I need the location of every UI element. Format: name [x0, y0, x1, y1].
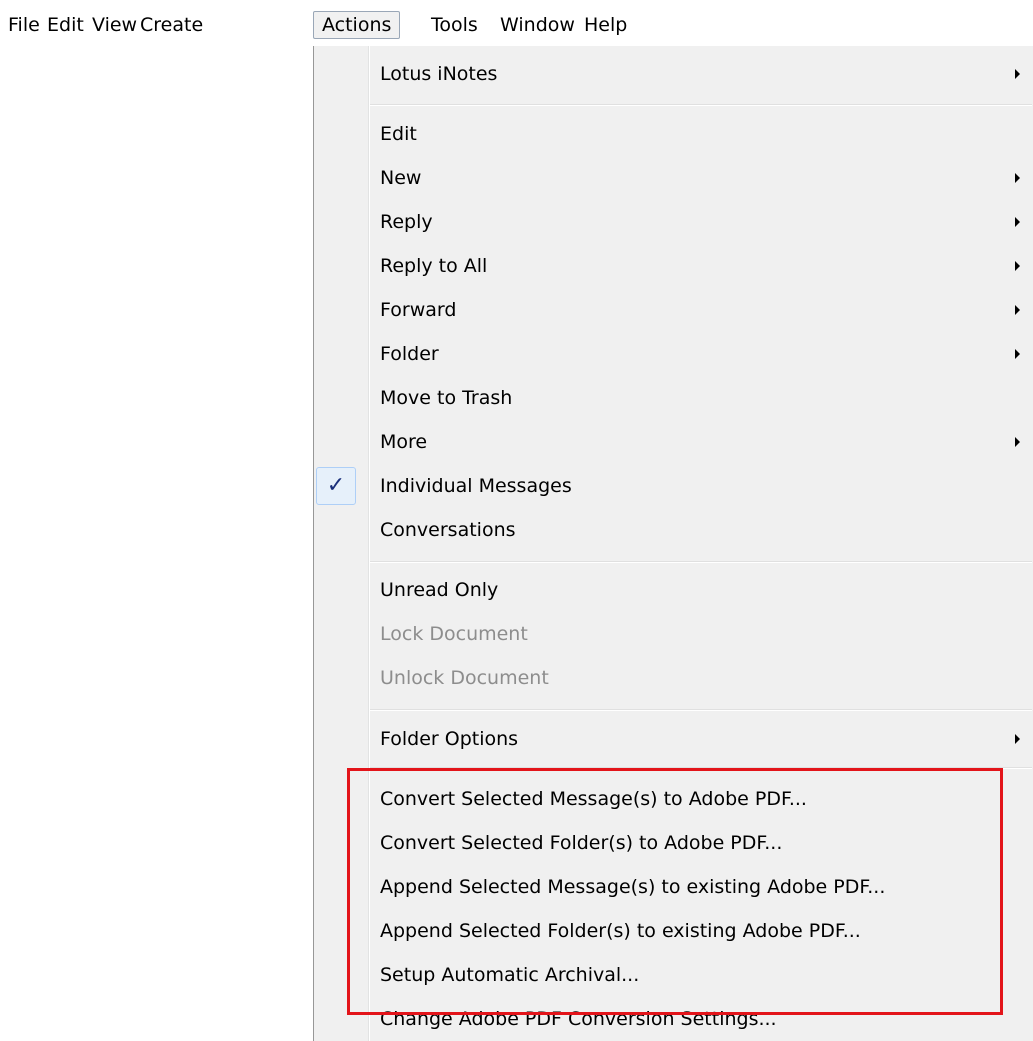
chevron-right-icon: [1015, 437, 1020, 447]
menu-item-label: Folder Options: [380, 728, 519, 750]
menu-item-unread-only[interactable]: Unread Only: [314, 569, 1032, 611]
menu-item-reply-to-all[interactable]: Reply to All: [314, 245, 1032, 287]
chevron-right-icon: [1015, 305, 1020, 315]
menu-separator: [370, 561, 1032, 563]
menu-item-folder-options[interactable]: Folder Options: [314, 718, 1032, 760]
menu-actions[interactable]: Actions: [313, 11, 401, 39]
menu-item-label: Conversations: [380, 519, 516, 541]
menu-item-lotus-inotes[interactable]: Lotus iNotes: [314, 53, 1032, 95]
menu-item-label: Reply: [380, 211, 433, 233]
menu-item-label: More: [380, 431, 428, 453]
menu-item-label: Move to Trash: [380, 387, 513, 409]
menu-create[interactable]: Create: [132, 11, 211, 39]
menu-item-label: Unread Only: [380, 579, 499, 601]
menu-item-forward[interactable]: Forward: [314, 289, 1032, 331]
menu-item-individual-messages[interactable]: Individual Messages: [314, 465, 1032, 507]
chevron-right-icon: [1015, 173, 1020, 183]
chevron-right-icon: [1015, 734, 1020, 744]
menu-item-label: New: [380, 167, 422, 189]
menu-item-label: Unlock Document: [380, 667, 549, 689]
menu-item-lock-document: Lock Document: [314, 613, 1032, 655]
menu-separator: [370, 709, 1032, 711]
menu-item-label: Lotus iNotes: [380, 63, 498, 85]
menu-item-reply[interactable]: Reply: [314, 201, 1032, 243]
highlight-box: [347, 768, 1003, 1015]
chevron-right-icon: [1015, 217, 1020, 227]
menu-item-move-to-trash[interactable]: Move to Trash: [314, 377, 1032, 419]
menu-item-label: Individual Messages: [380, 475, 572, 497]
chevron-right-icon: [1015, 349, 1020, 359]
menu-item-more[interactable]: More: [314, 421, 1032, 463]
menu-item-folder[interactable]: Folder: [314, 333, 1032, 375]
menu-item-label: Lock Document: [380, 623, 528, 645]
menu-item-conversations[interactable]: Conversations: [314, 509, 1032, 551]
menu-item-label: Reply to All: [380, 255, 488, 277]
menu-help[interactable]: Help: [576, 11, 635, 39]
menu-item-new[interactable]: New: [314, 157, 1032, 199]
menu-item-label: Edit: [380, 123, 417, 145]
menu-window[interactable]: Window: [492, 11, 583, 39]
menu-separator: [370, 104, 1032, 106]
menu-item-edit[interactable]: Edit: [314, 113, 1032, 155]
chevron-right-icon: [1015, 261, 1020, 271]
menu-item-label: Folder: [380, 343, 439, 365]
menu-item-label: Forward: [380, 299, 457, 321]
menu-item-unlock-document: Unlock Document: [314, 657, 1032, 699]
menu-tools[interactable]: Tools: [423, 11, 486, 39]
chevron-right-icon: [1015, 69, 1020, 79]
menu-bar: File Edit View Create Actions Tools Wind…: [0, 0, 1033, 46]
